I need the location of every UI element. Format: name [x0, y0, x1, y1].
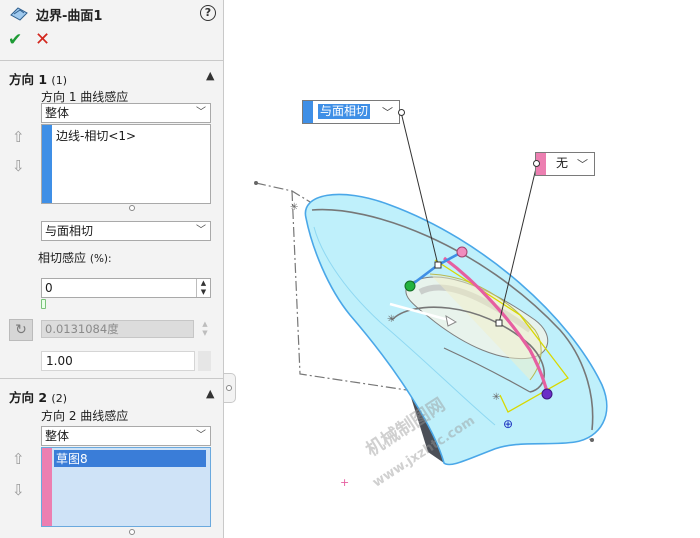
origin-marker: ⊕: [503, 417, 513, 431]
direction2-curve-influence-select[interactable]: 整体 ﹀: [41, 426, 211, 446]
direction1-curve-influence-select[interactable]: 整体 ﹀: [41, 103, 211, 123]
chevron-down-icon: ﹀: [196, 107, 206, 118]
tangent-influence-unit: (%):: [89, 253, 112, 265]
slider-thumb[interactable]: [41, 299, 46, 309]
resize-handle[interactable]: [129, 529, 135, 535]
connector-point[interactable]: [456, 246, 468, 258]
help-icon[interactable]: ?: [200, 5, 216, 21]
ok-button[interactable]: ✔: [8, 30, 22, 50]
resize-handle[interactable]: [129, 205, 135, 211]
connector-point[interactable]: [404, 280, 416, 292]
chevron-down-icon: ﹀: [382, 106, 393, 119]
direction1-tangency-select[interactable]: 与面相切 ﹀: [41, 221, 211, 241]
rotate-icon: ↻: [9, 319, 33, 341]
separator: [0, 378, 224, 379]
direction2-count: (2): [51, 392, 68, 405]
property-manager-panel: 边界-曲面1 ? ✔ ✕ 方向 1 (1) ▲ 方向 1 曲线感应 整体 ﹀ ⇧…: [0, 0, 224, 538]
direction2-curve-influence-label: 方向 2 曲线感应: [41, 409, 129, 423]
feature-title: 边界-曲面1: [36, 9, 103, 24]
direction2-curve-influence-value: 整体: [45, 429, 70, 443]
move-up-arrow-icon[interactable]: ⇧: [12, 450, 25, 468]
list-item[interactable]: 边线-相切<1>: [54, 127, 138, 144]
angle-value: 0.0131084度: [45, 322, 119, 336]
connector-point[interactable]: [541, 388, 553, 400]
direction1-title-text: 方向 1: [9, 72, 48, 87]
direction1-tangency-value: 与面相切: [45, 224, 94, 238]
cursor-crosshair: +: [340, 476, 349, 489]
direction1-tangency-callout[interactable]: 与面相切 ﹀: [302, 100, 400, 124]
end-marker: ✳: [290, 202, 298, 213]
chevron-down-icon: ﹀: [196, 225, 206, 236]
direction1-curve-influence-value: 整体: [45, 106, 70, 120]
ratio-field[interactable]: 1.00: [41, 351, 195, 371]
graphics-viewport[interactable]: ✳ ✳ ✳ ⊕ + 与面相切 ﹀ 无 ﹀ 机械制图网 www.jxzhtc.co…: [230, 0, 700, 538]
move-down-arrow-icon[interactable]: ⇩: [12, 157, 25, 175]
callout-value: 无: [556, 156, 569, 170]
direction1-curves-list[interactable]: 边线-相切<1>: [41, 124, 211, 204]
end-marker: ✳: [387, 314, 395, 325]
spin-buttons[interactable]: ▲ ▼: [196, 279, 210, 297]
move-down-arrow-icon[interactable]: ⇩: [12, 481, 25, 499]
direction1-collapse-icon[interactable]: ▲: [206, 69, 214, 82]
direction2-curves-list[interactable]: 草图8: [41, 447, 211, 527]
callout-color-strip: [303, 101, 313, 123]
sketch-point: [254, 181, 258, 185]
chevron-down-icon: ﹀: [196, 430, 206, 441]
separator: [0, 60, 224, 61]
leader-anchor: [495, 319, 503, 327]
callout-value: 与面相切: [318, 104, 371, 119]
direction2-collapse-icon[interactable]: ▲: [206, 387, 214, 400]
boundary-surface-icon: [10, 7, 28, 21]
tangent-influence-spinbox[interactable]: 0 ▲ ▼: [41, 278, 211, 298]
angle-field: 0.0131084度: [41, 320, 194, 338]
disabled-spin-buttons: ▲ ▼: [202, 320, 208, 337]
direction2-group-title[interactable]: 方向 2 (2): [9, 387, 67, 406]
direction1-group-title[interactable]: 方向 1 (1): [9, 69, 67, 88]
tangent-influence-label: 相切感应 (%):: [38, 249, 112, 266]
callout-handle[interactable]: [398, 109, 405, 116]
ratio-value: 1.00: [46, 354, 73, 368]
list-item[interactable]: 草图8: [54, 450, 206, 467]
cancel-button[interactable]: ✕: [35, 29, 50, 50]
tangent-influence-label-text: 相切感应: [38, 251, 87, 265]
feature-title-row: 边界-曲面1 ?: [8, 4, 218, 24]
tangent-influence-value: 0: [45, 281, 53, 295]
move-up-arrow-icon[interactable]: ⇧: [12, 128, 25, 146]
end-marker: ✳: [492, 392, 500, 403]
leader-anchor: [434, 261, 442, 269]
direction1-color-strip: [42, 125, 52, 203]
ratio-side-button[interactable]: [198, 351, 211, 371]
sketch-point: [590, 438, 594, 442]
callout-handle[interactable]: [533, 160, 540, 167]
direction2-tangency-callout[interactable]: 无 ﹀: [535, 152, 595, 176]
model-graphics[interactable]: ✳ ✳ ✳ ⊕ +: [230, 0, 700, 538]
direction2-title-text: 方向 2: [9, 390, 48, 405]
direction1-count: (1): [51, 74, 68, 87]
chevron-down-icon: ﹀: [577, 158, 588, 171]
direction2-color-strip: [42, 448, 52, 526]
